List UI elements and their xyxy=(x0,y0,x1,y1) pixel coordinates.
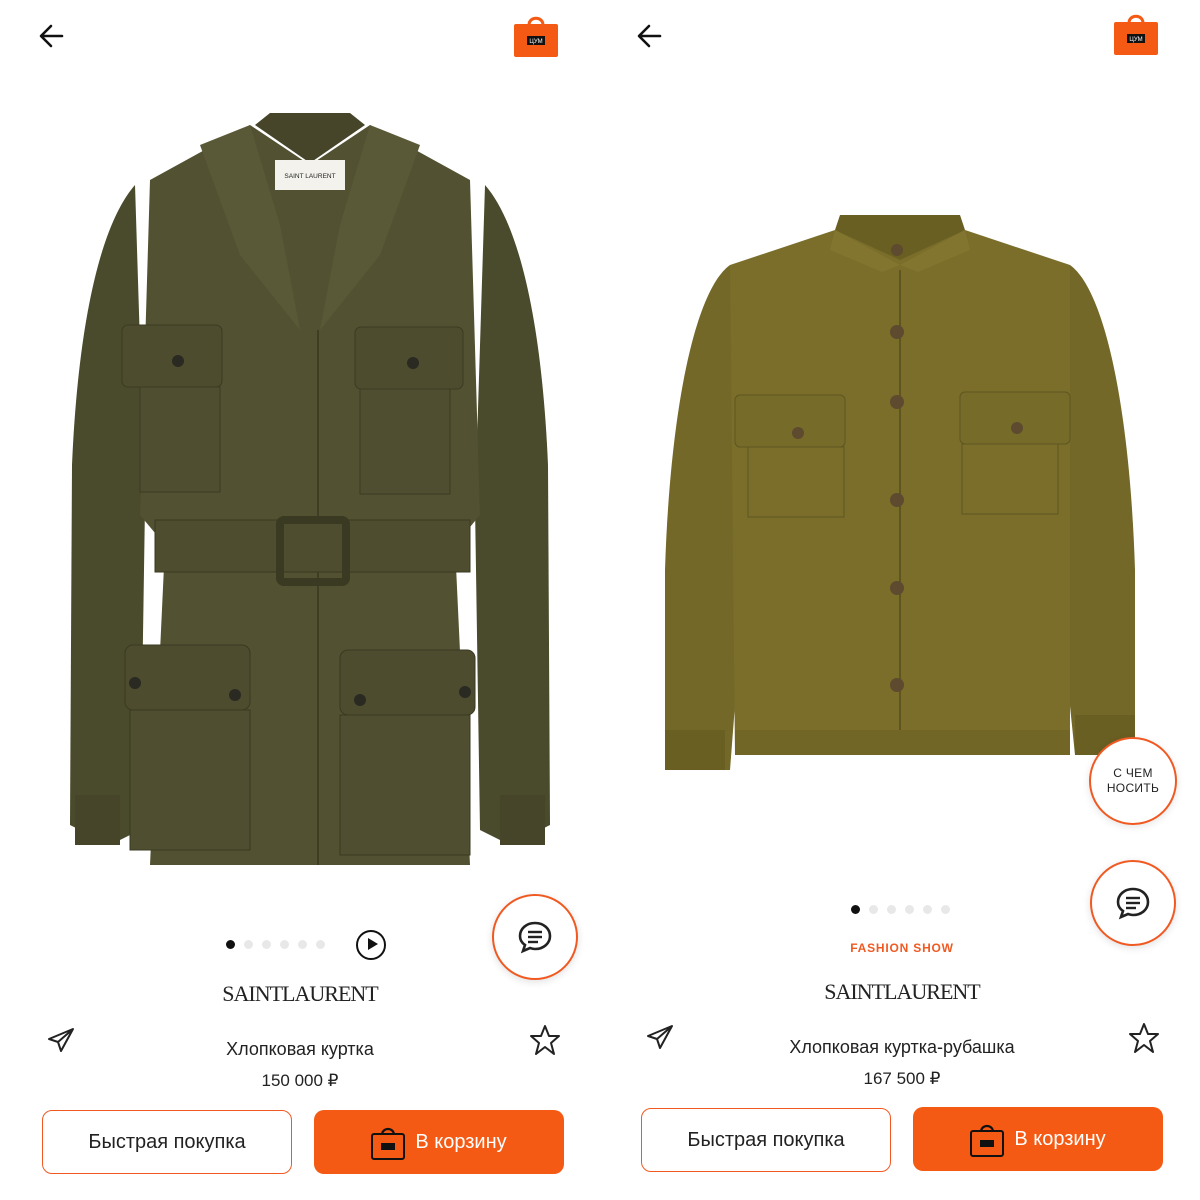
bag-logo-text: ЦУМ xyxy=(1129,37,1142,43)
gallery-dots[interactable] xyxy=(226,940,325,949)
product-screen-right: ЦУМ С ЧЕМ НОСИТЬ FASHION SHOW SAINTLAURE… xyxy=(600,0,1200,1200)
star-icon[interactable] xyxy=(1128,1022,1160,1054)
shopping-bag-icon xyxy=(970,1124,1005,1157)
quick-buy-button[interactable]: Быстрая покупка xyxy=(641,1108,891,1172)
shopping-bag-icon[interactable]: ЦУМ xyxy=(513,12,559,57)
add-to-cart-button[interactable]: В корзину xyxy=(913,1107,1163,1171)
fashion-show-tag[interactable]: FASHION SHOW xyxy=(802,941,1002,955)
paper-plane-icon[interactable] xyxy=(46,1025,76,1055)
gallery-dot[interactable] xyxy=(887,905,896,914)
chat-bubble-icon xyxy=(518,921,552,954)
what-to-wear-label: С ЧЕМ НОСИТЬ xyxy=(1106,766,1160,795)
gallery-dot[interactable] xyxy=(262,940,271,949)
what-to-wear-button[interactable]: С ЧЕМ НОСИТЬ xyxy=(1089,737,1177,825)
arrow-left-icon[interactable] xyxy=(632,20,668,52)
brand-logo[interactable]: SAINTLAURENT xyxy=(200,981,400,1007)
gallery-dot[interactable] xyxy=(316,940,325,949)
quick-buy-button[interactable]: Быстрая покупка xyxy=(42,1110,292,1174)
star-icon[interactable] xyxy=(529,1024,561,1056)
shopping-bag-icon xyxy=(371,1127,406,1160)
jacket-label-text: SAINT LAURENT xyxy=(284,173,335,180)
chat-button[interactable] xyxy=(492,894,578,980)
product-image[interactable] xyxy=(660,210,1140,780)
gallery-dot[interactable] xyxy=(869,905,878,914)
product-title: Хлопковая куртка xyxy=(226,1039,374,1059)
add-to-cart-label: В корзину xyxy=(415,1130,507,1153)
shopping-bag-icon[interactable]: ЦУМ xyxy=(1113,10,1159,55)
gallery-dot[interactable] xyxy=(923,905,932,914)
quick-buy-label: Быстрая покупка xyxy=(687,1128,845,1151)
gallery-dot[interactable] xyxy=(905,905,914,914)
gallery-dots[interactable] xyxy=(851,905,950,914)
product-title: Хлопковая куртка-рубашка xyxy=(789,1037,1015,1057)
add-to-cart-button[interactable]: В корзину xyxy=(314,1110,564,1174)
gallery-dot[interactable] xyxy=(298,940,307,949)
arrow-left-icon[interactable] xyxy=(34,20,70,52)
brand-logo[interactable]: SAINTLAURENT xyxy=(802,979,1002,1005)
chat-button[interactable] xyxy=(1090,860,1176,946)
gallery-dot[interactable] xyxy=(244,940,253,949)
product-screen-left: ЦУМ SAINT LAURENT SAINTLAURENT Хлопковая… xyxy=(0,0,600,1200)
gallery-dot[interactable] xyxy=(280,940,289,949)
gallery-dot[interactable] xyxy=(226,940,235,949)
add-to-cart-label: В корзину xyxy=(1014,1127,1106,1150)
bag-logo-text: ЦУМ xyxy=(529,39,542,45)
quick-buy-label: Быстрая покупка xyxy=(88,1130,246,1153)
chat-bubble-icon xyxy=(1116,887,1150,920)
product-image[interactable]: SAINT LAURENT xyxy=(60,105,560,905)
product-price: 167 500 ₽ xyxy=(863,1069,941,1088)
paper-plane-icon[interactable] xyxy=(645,1022,675,1052)
product-price: 150 000 ₽ xyxy=(261,1071,339,1090)
play-icon[interactable] xyxy=(356,930,386,960)
gallery-dot[interactable] xyxy=(851,905,860,914)
gallery-dot[interactable] xyxy=(941,905,950,914)
